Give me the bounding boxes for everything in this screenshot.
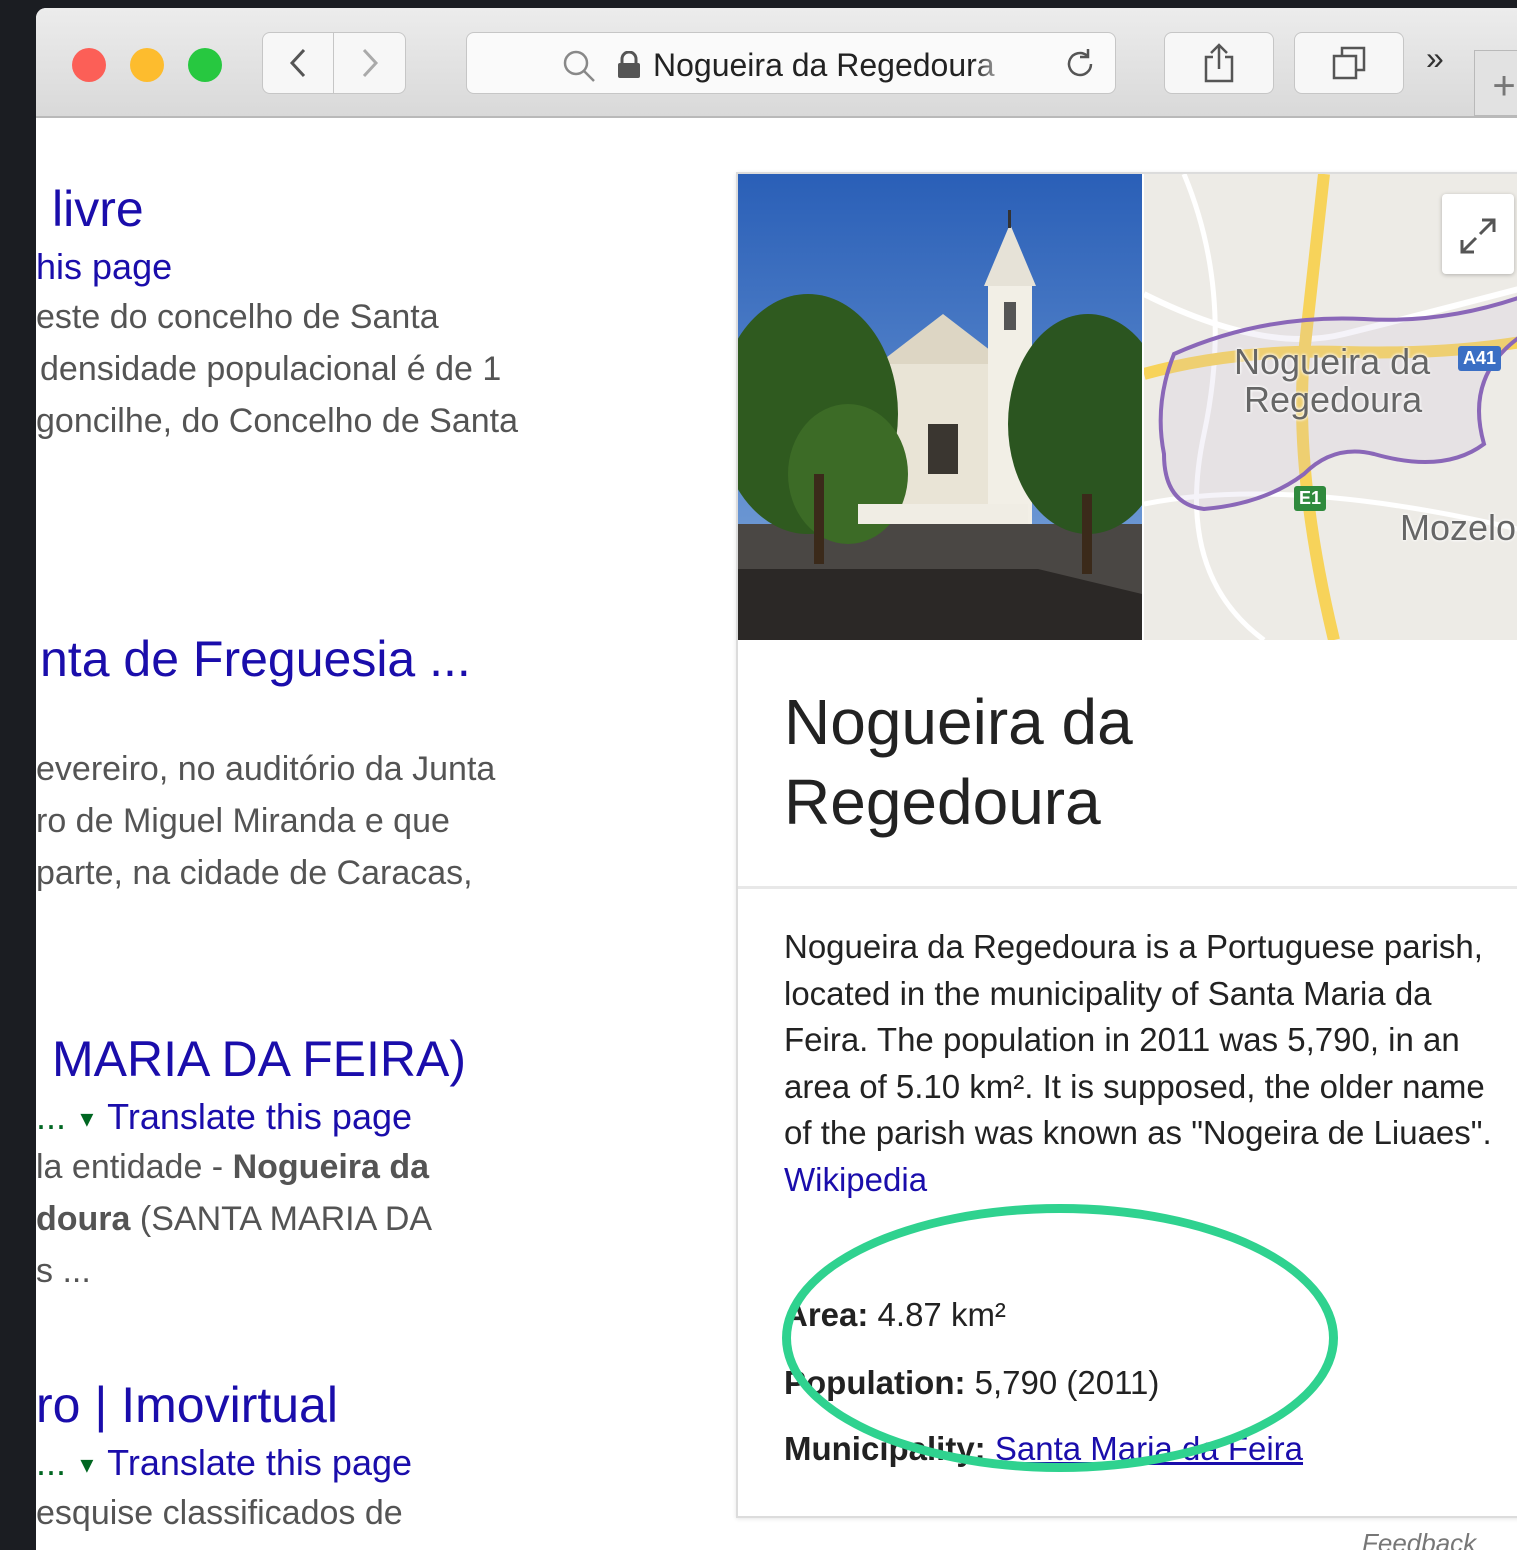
- search-results: livre his page este do concelho de Santa…: [36, 118, 726, 1550]
- dropdown-triangle-icon[interactable]: ▼: [76, 1452, 98, 1477]
- map-label: Nogueira da: [1234, 341, 1431, 382]
- result-snippet: s ...: [36, 1252, 91, 1290]
- reload-icon[interactable]: [1063, 47, 1097, 81]
- result-url-fragment: ...: [36, 1096, 67, 1137]
- result-snippet: goncilhe, do Concelho de Santa: [36, 402, 519, 440]
- chevron-right-icon: [362, 48, 378, 78]
- translate-link[interactable]: Translate this page: [107, 1096, 412, 1137]
- annotation-ellipse: [782, 1204, 1338, 1472]
- result-link[interactable]: his page: [36, 246, 172, 288]
- forward-button[interactable]: [334, 32, 406, 94]
- panel-description: Nogueira da Regedoura is a Portuguese pa…: [784, 924, 1504, 1203]
- snippet-text: (SANTA MARIA DA: [130, 1200, 433, 1238]
- result-snippet: este do concelho de Santa: [36, 298, 439, 336]
- expand-map-button[interactable]: [1442, 194, 1514, 274]
- result-snippet: evereiro, no auditório da Junta: [36, 750, 496, 788]
- address-bar[interactable]: Nogueira da Regedoura: [466, 32, 1116, 94]
- snippet-bold: doura: [36, 1200, 131, 1238]
- result-title[interactable]: livre: [52, 180, 144, 238]
- translate-link[interactable]: Translate this page: [107, 1442, 412, 1483]
- tab-overview-button[interactable]: [1294, 32, 1404, 94]
- map-label: Regedoura: [1244, 379, 1423, 420]
- result-url-fragment: ...: [36, 1442, 67, 1483]
- result-translate-link[interactable]: ... ▼ Translate this page: [36, 1096, 412, 1138]
- minimize-window-button[interactable]: [130, 48, 164, 82]
- share-button[interactable]: [1164, 32, 1274, 94]
- snippet-bold: Nogueira da: [232, 1148, 430, 1186]
- search-icon: [563, 50, 595, 82]
- church-image: [738, 174, 1142, 640]
- result-snippet: esquise classificados de: [36, 1494, 403, 1532]
- expand-icon: [1460, 218, 1496, 254]
- close-window-button[interactable]: [72, 48, 106, 82]
- result-snippet: ro de Miguel Miranda e que: [36, 802, 450, 840]
- browser-toolbar: Nogueira da Regedoura » +: [36, 8, 1517, 118]
- panel-title: Nogueira da Regedoura: [784, 682, 1133, 842]
- panel-title-line: Regedoura: [784, 766, 1101, 838]
- result-snippet: densidade populacional é de 1: [40, 350, 502, 388]
- lock-icon: [618, 51, 640, 78]
- result-snippet: doura (SANTA MARIA DA: [36, 1200, 432, 1239]
- back-button[interactable]: [262, 32, 334, 94]
- more-toolbar-items[interactable]: »: [1426, 40, 1444, 77]
- result-snippet: parte, na cidade de Caracas,: [36, 854, 473, 892]
- description-text: Nogueira da Regedoura is a Portuguese pa…: [784, 928, 1492, 1151]
- feedback-link[interactable]: Feedback: [1362, 1528, 1476, 1550]
- result-snippet: la entidade - Nogueira da: [36, 1148, 429, 1187]
- result-title[interactable]: nta de Freguesia ...: [40, 630, 471, 688]
- highway-shield: A41: [1458, 346, 1502, 371]
- result-translate-link[interactable]: ... ▼ Translate this page: [36, 1442, 412, 1484]
- url-text: Nogueira da Regedoura: [653, 47, 1013, 84]
- church-photo[interactable]: [738, 174, 1142, 640]
- tabs-icon: [1332, 46, 1366, 80]
- zoom-window-button[interactable]: [188, 48, 222, 82]
- panel-title-line: Nogueira da: [784, 686, 1133, 758]
- wikipedia-link[interactable]: Wikipedia: [784, 1161, 927, 1198]
- result-title[interactable]: ro | Imovirtual: [36, 1376, 338, 1434]
- new-tab-button[interactable]: +: [1474, 50, 1517, 116]
- chevron-left-icon: [289, 48, 306, 78]
- result-title[interactable]: MARIA DA FEIRA): [52, 1030, 466, 1088]
- snippet-text: la entidade -: [36, 1148, 233, 1186]
- dropdown-triangle-icon[interactable]: ▼: [76, 1106, 98, 1131]
- highway-shield: E1: [1294, 486, 1327, 511]
- map-label: Mozelo: [1400, 507, 1517, 548]
- share-icon: [1204, 43, 1234, 83]
- panel-divider: [738, 886, 1517, 889]
